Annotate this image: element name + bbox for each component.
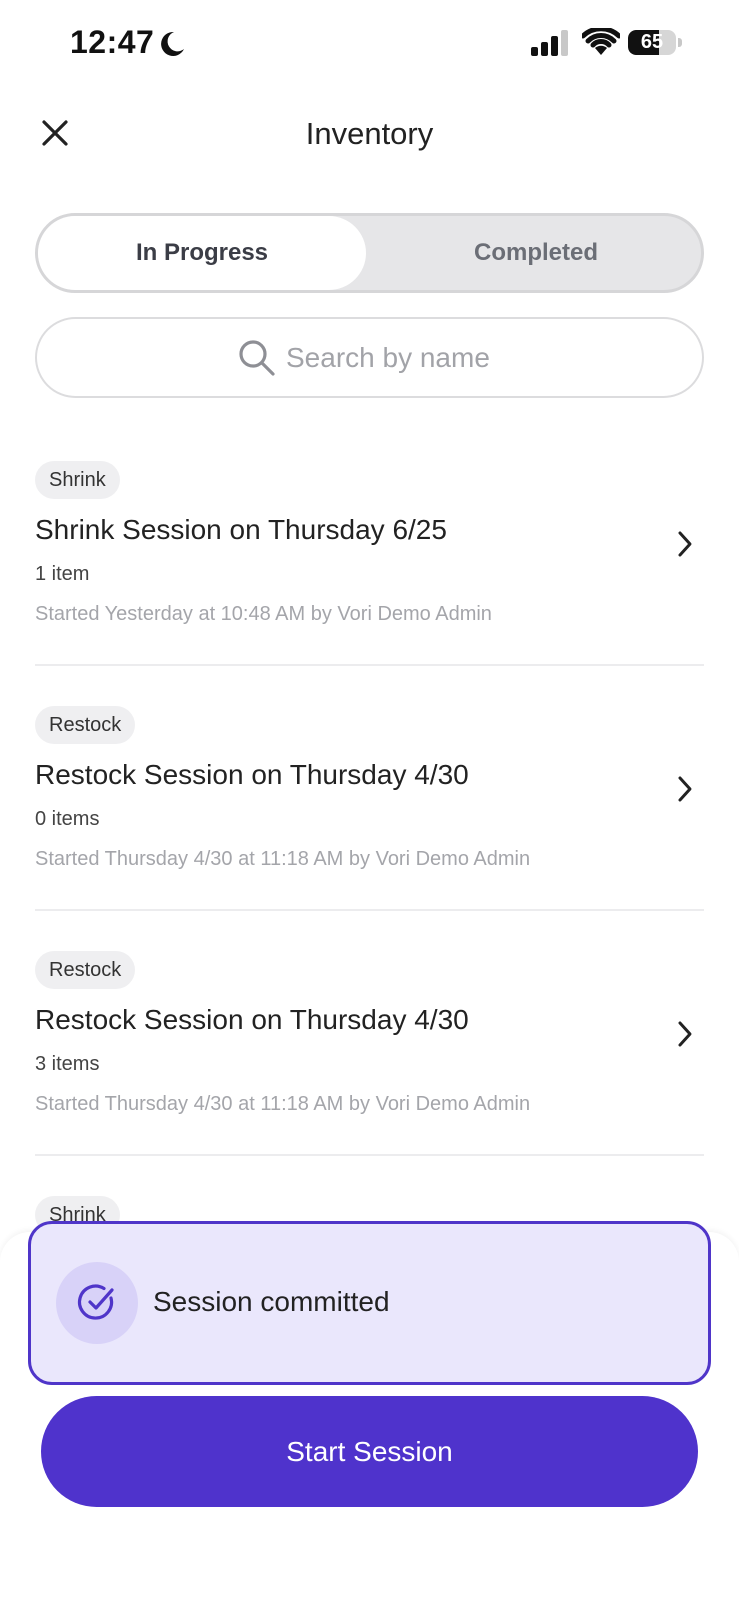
toast-message: Session committed: [153, 1286, 390, 1317]
chevron-right-icon: [678, 1021, 692, 1047]
toast-icon-badge: [56, 1262, 138, 1344]
chevron-right-icon: [678, 531, 692, 557]
session-title: Shrink Session on Thursday 6/25: [35, 514, 447, 545]
session-type-tag: Restock: [35, 706, 136, 744]
session-type-tag: Restock: [35, 951, 136, 989]
list-divider: [35, 1154, 704, 1156]
battery-body: 65: [628, 30, 676, 55]
page-title: Inventory: [305, 116, 434, 151]
session-item-count: 1 item: [35, 563, 90, 585]
start-session-button[interactable]: Start Session: [41, 1396, 698, 1507]
chevron-right-icon: [678, 776, 692, 802]
session-title: Restock Session on Thursday 4/30: [35, 759, 469, 790]
session-meta: Started Thursday 4/30 at 11:18 AM by Vor…: [35, 1093, 531, 1115]
status-time: 12:47: [70, 24, 155, 60]
list-divider: [35, 909, 704, 911]
check-circle-icon: [77, 1284, 114, 1320]
search-input[interactable]: [286, 335, 646, 381]
tab-in-progress[interactable]: In Progress: [38, 216, 366, 290]
session-item-count: 0 items: [35, 808, 100, 830]
session-meta: Started Yesterday at 10:48 AM by Vori De…: [35, 603, 492, 625]
session-title: Restock Session on Thursday 4/30: [35, 1004, 469, 1035]
session-meta: Started Thursday 4/30 at 11:18 AM by Vor…: [35, 848, 531, 870]
tab-completed[interactable]: Completed: [372, 216, 700, 290]
session-row[interactable]: Restock Restock Session on Thursday 4/30…: [35, 706, 704, 876]
session-item-count: 3 items: [35, 1053, 100, 1075]
search-icon: [239, 340, 275, 376]
session-row[interactable]: Shrink Shrink Session on Thursday 6/25 1…: [35, 461, 704, 631]
session-row[interactable]: Restock Restock Session on Thursday 4/30…: [35, 951, 704, 1121]
wifi-icon: [582, 28, 620, 55]
battery-indicator: 65: [628, 30, 684, 57]
battery-level: 65: [640, 31, 664, 53]
moon-icon: [161, 31, 184, 56]
list-divider: [35, 664, 704, 666]
cellular-signal-icon: [531, 30, 568, 56]
session-type-tag: Shrink: [35, 461, 120, 499]
battery-tip: [678, 38, 682, 47]
